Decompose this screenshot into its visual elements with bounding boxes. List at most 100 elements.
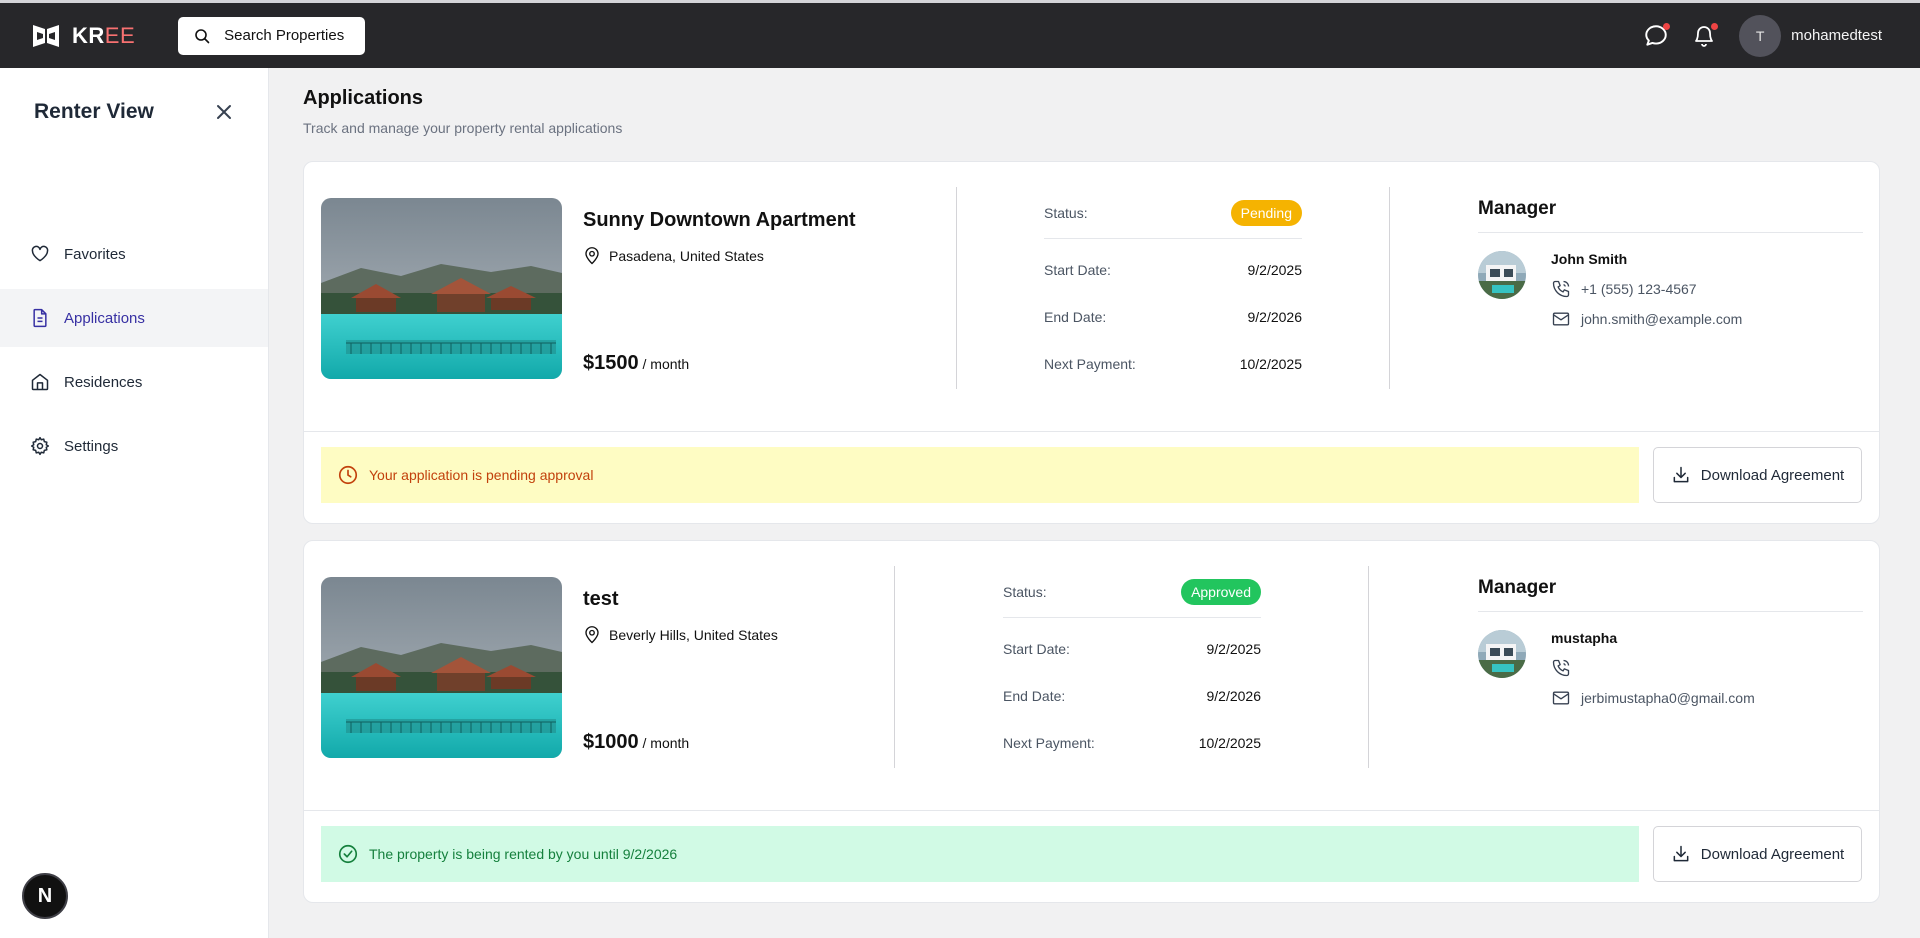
map-pin-icon	[585, 626, 599, 644]
sidebar-nav: Favorites Applications Residences Settin…	[0, 225, 268, 481]
brand-name-accent: EE	[104, 22, 136, 48]
end-date-value: 9/2/2026	[1206, 688, 1262, 704]
manager-phone-text: +1 (555) 123-4567	[1581, 281, 1697, 297]
sidebar-title: Renter View	[34, 100, 154, 123]
start-date-label: Start Date:	[1044, 262, 1111, 278]
manager-details: John Smith +1 (555) 123-4567 john.smith@…	[1551, 251, 1742, 331]
manager-email[interactable]: jerbimustapha0@gmail.com	[1551, 686, 1755, 710]
map-pin-icon	[585, 247, 599, 265]
manager-info: mustapha jerbimustapha0@gmail.com	[1478, 630, 1863, 710]
phone-icon	[1552, 659, 1570, 677]
document-icon	[33, 308, 47, 328]
search-properties-button[interactable]: Search Properties	[178, 16, 366, 55]
page-subtitle: Track and manage your property rental ap…	[303, 120, 623, 136]
manager-phone[interactable]: +1 (555) 123-4567	[1551, 277, 1742, 301]
sidebar-item-applications[interactable]: Applications	[0, 289, 268, 347]
property-location: Beverly Hills, United States	[583, 625, 778, 645]
sidebar-item-label: Settings	[64, 437, 119, 455]
manager-name: mustapha	[1551, 630, 1618, 646]
next-payment-row: Next Payment: 10/2/2025	[1044, 349, 1302, 379]
price-amount: $1000	[583, 731, 639, 753]
sidebar: Renter View Favorites Applications Resid…	[0, 68, 269, 938]
next-payment-row: Next Payment: 10/2/2025	[1003, 728, 1261, 758]
application-card: Sunny Downtown Apartment Pasadena, Unite…	[303, 161, 1880, 524]
divider	[1389, 187, 1390, 389]
end-date-row: End Date: 9/2/2026	[1003, 681, 1261, 711]
manager-section: Manager mustapha jerbimustapha0@gmail.co…	[1478, 577, 1863, 710]
status-badge: Pending	[1230, 200, 1302, 226]
download-icon	[1673, 845, 1689, 862]
end-date-row: End Date: 9/2/2026	[1044, 302, 1302, 332]
divider	[894, 566, 895, 768]
next-payment-value: 10/2/2025	[1198, 735, 1261, 751]
end-date-value: 9/2/2026	[1247, 309, 1303, 325]
application-details: Status: Pending Start Date: 9/2/2025 End…	[1044, 198, 1302, 379]
manager-details: mustapha jerbimustapha0@gmail.com	[1551, 630, 1755, 710]
notifications-dot	[1711, 22, 1719, 30]
approved-notice: The property is being rented by you unti…	[321, 826, 1639, 882]
next-payment-value: 10/2/2025	[1239, 356, 1302, 372]
user-avatar[interactable]: T	[1739, 14, 1782, 57]
notice-text: The property is being rented by you unti…	[369, 846, 678, 862]
status-row: Status: Approved	[1003, 577, 1261, 618]
start-date-label: Start Date:	[1003, 641, 1070, 657]
gear-icon	[30, 436, 50, 456]
sidebar-item-settings[interactable]: Settings	[0, 417, 268, 475]
status-badge: Approved	[1181, 579, 1261, 605]
application-card: test Beverly Hills, United States $1000 …	[303, 540, 1880, 903]
manager-email[interactable]: john.smith@example.com	[1551, 307, 1742, 331]
price-amount: $1500	[583, 352, 639, 374]
property-image	[321, 198, 562, 379]
divider	[956, 187, 957, 389]
page-title: Applications	[303, 87, 424, 109]
application-card-body: Sunny Downtown Apartment Pasadena, Unite…	[304, 162, 1879, 432]
manager-phone[interactable]	[1551, 656, 1755, 680]
download-icon	[1673, 466, 1689, 483]
property-name: Sunny Downtown Apartment	[583, 209, 856, 231]
download-label: Download Agreement	[1700, 845, 1845, 863]
sidebar-item-label: Residences	[64, 373, 143, 391]
manager-heading: Manager	[1478, 198, 1863, 233]
status-label: Status:	[1044, 205, 1088, 221]
start-date-value: 9/2/2025	[1206, 641, 1262, 657]
start-date-row: Start Date: 9/2/2025	[1003, 634, 1261, 664]
price-period: / month	[642, 356, 690, 372]
next-payment-label: Next Payment:	[1003, 735, 1095, 751]
end-date-label: End Date:	[1044, 309, 1107, 325]
download-agreement-button[interactable]: Download Agreement	[1653, 826, 1862, 882]
property-location: Pasadena, United States	[583, 246, 764, 266]
application-card-footer: Your application is pending approval Dow…	[304, 432, 1879, 523]
top-right-controls: T mohamedtest	[1642, 3, 1882, 68]
download-label: Download Agreement	[1700, 466, 1845, 484]
application-details: Status: Approved Start Date: 9/2/2025 En…	[1003, 577, 1261, 758]
end-date-label: End Date:	[1003, 688, 1066, 704]
top-bar: KREE Search Properties T mohamedtest	[0, 0, 1920, 68]
sidebar-item-residences[interactable]: Residences	[0, 353, 268, 411]
logo-icon	[33, 24, 59, 47]
sidebar-header: Renter View	[34, 100, 234, 124]
property-image	[321, 577, 562, 758]
messages-button[interactable]	[1642, 22, 1671, 50]
brand-name-primary: KR	[72, 22, 105, 48]
application-card-footer: The property is being rented by you unti…	[304, 811, 1879, 902]
sidebar-item-label: Applications	[64, 309, 145, 327]
manager-heading: Manager	[1478, 577, 1863, 612]
manager-section: Manager John Smith +1 (555) 123-4567 joh…	[1478, 198, 1863, 331]
notice-text: Your application is pending approval	[369, 467, 594, 483]
username[interactable]: mohamedtest	[1791, 27, 1882, 44]
search-icon	[195, 28, 210, 43]
brand-logo[interactable]: KREE	[32, 23, 135, 49]
manager-avatar	[1478, 251, 1526, 299]
property-name: test	[583, 588, 619, 610]
notifications-button[interactable]	[1690, 22, 1719, 50]
property-price: $1500 / month	[583, 352, 689, 375]
application-card-body: test Beverly Hills, United States $1000 …	[304, 541, 1879, 811]
sidebar-item-favorites[interactable]: Favorites	[0, 225, 268, 283]
dev-tools-badge[interactable]: N	[22, 873, 68, 919]
start-date-row: Start Date: 9/2/2025	[1044, 255, 1302, 285]
sidebar-item-label: Favorites	[64, 245, 126, 263]
close-icon[interactable]	[214, 102, 234, 122]
next-payment-label: Next Payment:	[1044, 356, 1136, 372]
download-agreement-button[interactable]: Download Agreement	[1653, 447, 1862, 503]
check-circle-icon	[338, 844, 358, 864]
